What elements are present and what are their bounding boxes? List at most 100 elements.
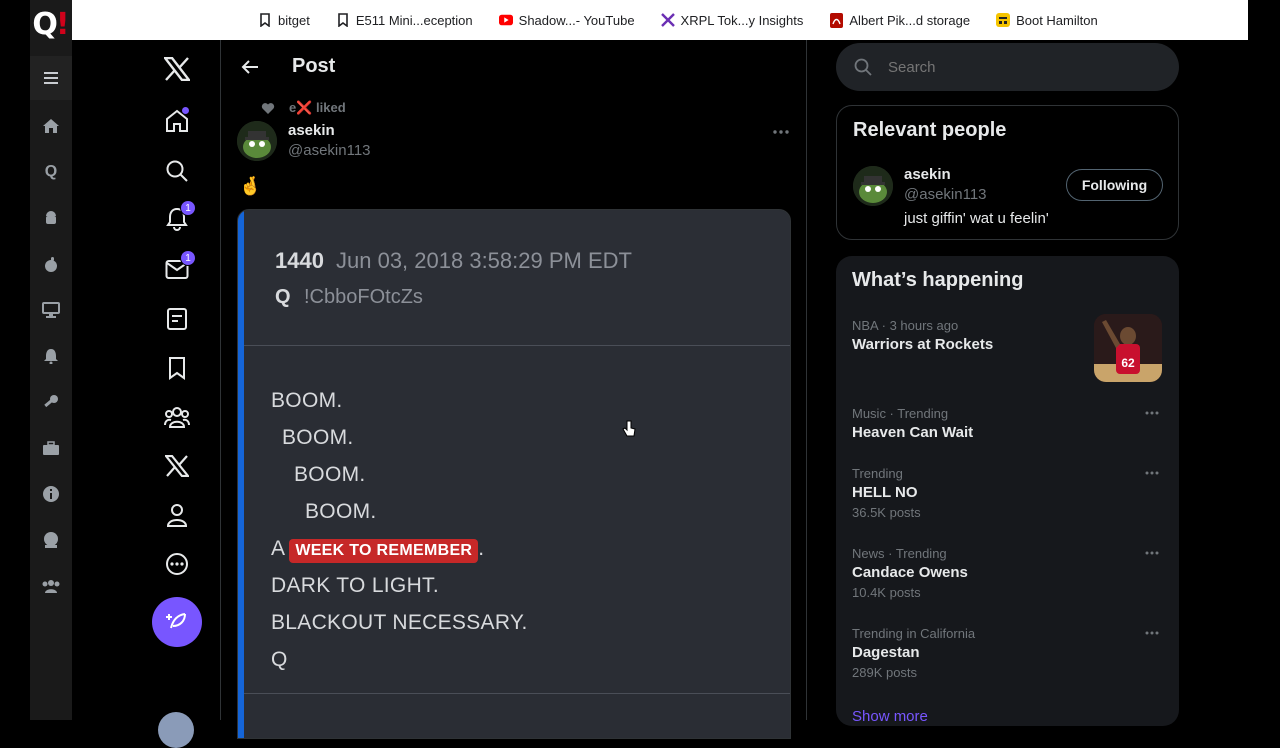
money-icon[interactable]	[30, 522, 72, 558]
drop-signature: Q	[275, 286, 291, 308]
bookmark-boot-hamilton[interactable]: Boot Hamilton	[996, 13, 1098, 28]
more-options-icon[interactable]	[152, 541, 202, 587]
trend-more-icon[interactable]	[1142, 466, 1162, 480]
drop-header: 1440 Jun 03, 2018 3:58:29 PM EDT Q !Cbbo…	[244, 210, 790, 346]
author-avatar[interactable]	[237, 121, 277, 161]
app-icon	[996, 13, 1011, 27]
back-arrow-icon[interactable]	[235, 52, 265, 82]
bookmark-albert[interactable]: Albert Pik...d storage	[829, 12, 971, 28]
drop-line: BOOM.	[305, 500, 377, 523]
social-context[interactable]: e❌ liked	[261, 100, 346, 116]
bookmark-label: XRPL Tok...y Insights	[680, 12, 804, 28]
notifications-icon[interactable]: 1	[152, 196, 202, 242]
app-logo-mark: !	[55, 6, 70, 42]
drop-line: BOOM.	[294, 463, 366, 486]
bookmark-icon	[258, 13, 272, 27]
bookmark-bitget[interactable]: bitget	[258, 13, 310, 28]
pdf-icon	[829, 12, 843, 28]
drop-tripcode: !CbboFOtcZs	[304, 286, 423, 308]
drop-body: BOOM. BOOM. BOOM. BOOM. A WEEK TO REMEMBE…	[244, 347, 790, 738]
drop-divider	[244, 693, 790, 694]
monitor-icon[interactable]	[30, 292, 72, 328]
trend-meta: News · Trending	[852, 546, 947, 561]
relevant-people-title: Relevant people	[853, 119, 1007, 141]
users-icon[interactable]	[30, 568, 72, 604]
menu-icon[interactable]	[30, 56, 72, 100]
bookmarks-icon[interactable]	[152, 345, 202, 391]
android-icon[interactable]	[30, 200, 72, 236]
drop-line: BOOM.	[271, 389, 343, 412]
trend-meta: Trending in California	[852, 626, 976, 641]
home-nav-icon[interactable]	[152, 98, 202, 144]
relevant-people-card: Relevant people asekin @asekin113 just g…	[836, 105, 1179, 240]
show-more-link[interactable]: Show more	[852, 708, 928, 725]
bell-icon[interactable]	[30, 338, 72, 374]
relevant-person-handle[interactable]: @asekin113	[904, 186, 987, 203]
apple-icon[interactable]	[30, 246, 72, 282]
bookmark-e511[interactable]: E511 Mini...eception	[336, 13, 473, 28]
trend-meta: Music · Trending	[852, 406, 949, 421]
trend-more-icon[interactable]	[1142, 406, 1162, 420]
highlight-badge: WEEK TO REMEMBER	[289, 539, 479, 563]
whats-happening-card: What’s happening NBA · 3 hours ago Warri…	[836, 256, 1179, 726]
bookmarks-bar: bitget E511 Mini...eception Shadow...- Y…	[72, 0, 1248, 40]
info-icon[interactable]	[30, 476, 72, 512]
trend-item[interactable]: Trending HELL NO 36.5K posts	[852, 466, 1162, 520]
feather-plus-icon	[166, 613, 186, 629]
home-unread-dot	[182, 107, 189, 114]
drop-line-suffix: .	[478, 537, 485, 560]
app-logo[interactable]: Q!	[30, 2, 72, 46]
premium-x-icon[interactable]	[152, 443, 202, 489]
post-more-icon[interactable]	[769, 122, 793, 142]
author-name[interactable]: asekin	[288, 122, 335, 139]
trend-thumbnail[interactable]: 62	[1094, 314, 1162, 382]
drop-number: 1440	[275, 248, 324, 273]
q-icon[interactable]: Q	[30, 154, 72, 190]
x-sidebar-nav: 1 1	[72, 40, 220, 748]
trend-item[interactable]: News · Trending Candace Owens 10.4K post…	[852, 546, 1162, 600]
trend-name: HELL NO	[852, 484, 918, 501]
lists-icon[interactable]	[152, 296, 202, 342]
drop-line: Q	[271, 648, 288, 671]
app-logo-text: Q	[32, 6, 57, 42]
trend-meta: Trending	[852, 466, 903, 481]
following-button[interactable]: Following	[1066, 169, 1163, 201]
notifications-badge: 1	[180, 200, 196, 216]
trend-name: Heaven Can Wait	[852, 424, 974, 441]
bookmark-shadow[interactable]: Shadow...- YouTube	[498, 12, 635, 28]
trend-item[interactable]: Music · Trending Heaven Can Wait	[852, 406, 1162, 441]
drop-line: BOOM.	[282, 426, 354, 449]
profile-icon[interactable]	[152, 492, 202, 538]
trend-more-icon[interactable]	[1142, 546, 1162, 560]
x-logo-icon[interactable]	[152, 46, 202, 92]
compose-post-button[interactable]	[152, 597, 202, 647]
heart-icon	[261, 102, 275, 114]
bookmark-label: Albert Pik...d storage	[849, 12, 971, 28]
key-icon[interactable]	[30, 384, 72, 420]
trend-more-icon[interactable]	[1142, 626, 1162, 640]
bookmark-label: Boot Hamilton	[1016, 12, 1098, 28]
toolbox-icon[interactable]	[30, 430, 72, 466]
account-avatar[interactable]	[158, 712, 194, 748]
whats-happening-title: What’s happening	[852, 269, 1024, 291]
page-title: Post	[292, 55, 336, 77]
trend-item[interactable]: Trending in California Dagestan 289K pos…	[852, 626, 1162, 680]
relevant-person-avatar[interactable]	[853, 166, 893, 206]
search-bar[interactable]	[836, 43, 1179, 91]
bookmark-icon	[336, 13, 350, 27]
messages-icon[interactable]: 1	[152, 246, 202, 292]
post-media-image[interactable]: 1440 Jun 03, 2018 3:58:29 PM EDT Q !Cbbo…	[237, 209, 791, 739]
home-icon[interactable]	[30, 108, 72, 144]
explore-search-icon[interactable]	[152, 148, 202, 194]
bookmark-label: Shadow...- YouTube	[518, 12, 635, 28]
search-input[interactable]	[888, 58, 1148, 76]
relevant-person-bio: just giffin' wat u feelin'	[904, 210, 1049, 227]
communities-icon[interactable]	[152, 394, 202, 440]
relevant-person-name[interactable]: asekin	[904, 166, 951, 183]
youtube-icon	[498, 13, 513, 27]
author-handle[interactable]: @asekin113	[288, 142, 371, 159]
drop-line-prefix: A	[271, 537, 286, 560]
bookmark-xrpl[interactable]: XRPL Tok...y Insights	[660, 12, 804, 28]
post-text: 🤞	[239, 176, 262, 196]
xrpl-icon	[660, 13, 675, 27]
